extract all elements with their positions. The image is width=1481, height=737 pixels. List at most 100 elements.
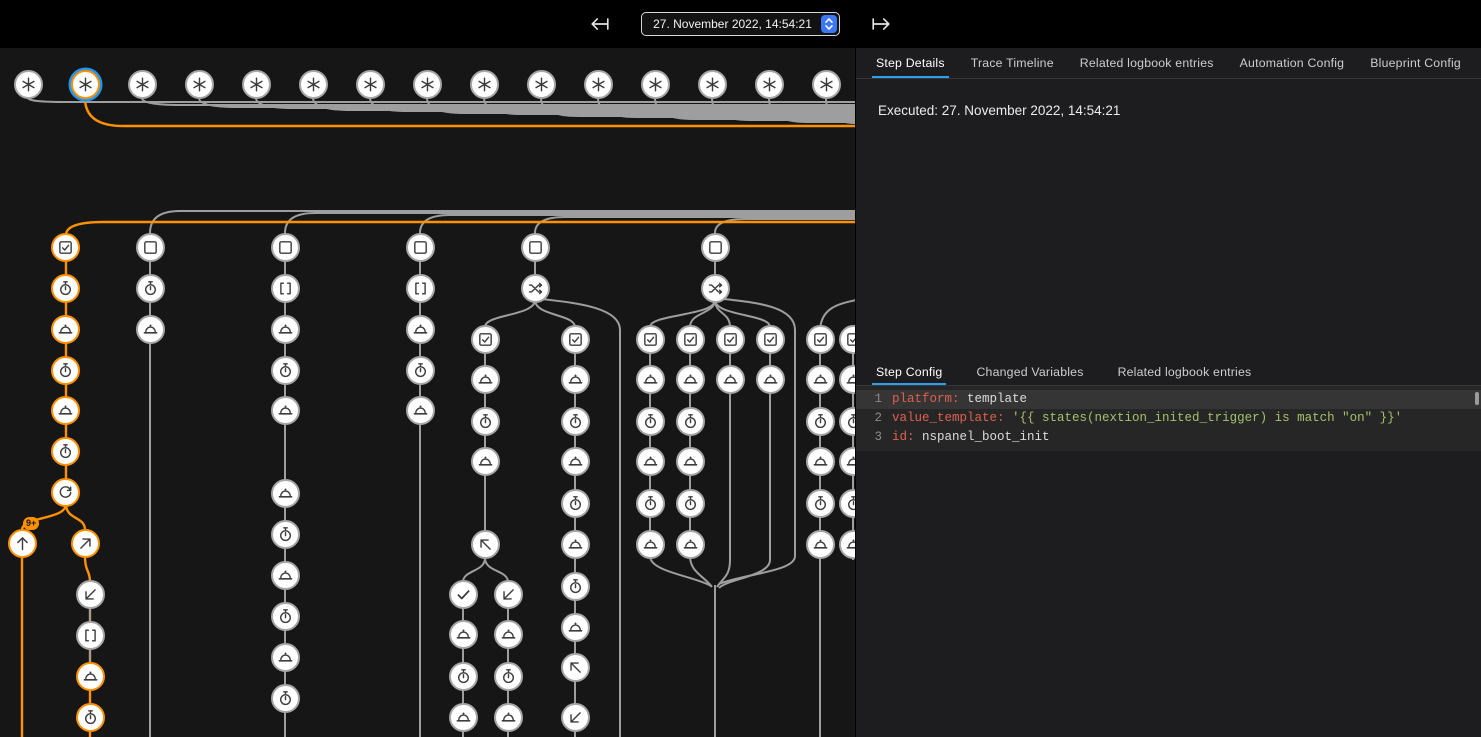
condition-node[interactable]	[756, 325, 785, 354]
service-call-node[interactable]	[271, 315, 300, 344]
service-call-node[interactable]	[806, 365, 835, 394]
condition-node[interactable]	[51, 233, 80, 262]
trigger-node[interactable]	[812, 70, 841, 99]
delay-node[interactable]	[406, 356, 435, 385]
service-call-node[interactable]	[406, 396, 435, 425]
delay-node[interactable]	[494, 662, 523, 691]
service-call-node[interactable]	[716, 365, 745, 394]
condition-node[interactable]	[136, 233, 165, 262]
service-call-node[interactable]	[449, 620, 478, 649]
service-call-node[interactable]	[561, 530, 590, 559]
service-call-node[interactable]	[271, 396, 300, 425]
trigger-node[interactable]	[356, 70, 385, 99]
tab-changed-variables[interactable]: Changed Variables	[964, 359, 1095, 385]
trigger-node[interactable]	[527, 70, 556, 99]
service-call-node[interactable]	[471, 365, 500, 394]
service-call-node[interactable]	[806, 447, 835, 476]
branch-arrow-node[interactable]	[561, 703, 590, 732]
service-call-node[interactable]	[756, 365, 785, 394]
service-call-node[interactable]	[271, 479, 300, 508]
delay-node[interactable]	[76, 703, 105, 732]
service-call-node[interactable]	[676, 530, 705, 559]
branch-arrow-node[interactable]	[8, 529, 37, 558]
tab-blueprint-config[interactable]: Blueprint Config	[1358, 48, 1473, 78]
condition-node[interactable]	[716, 325, 745, 354]
service-call-node[interactable]	[51, 396, 80, 425]
delay-node[interactable]	[51, 274, 80, 303]
condition-node[interactable]	[271, 233, 300, 262]
service-call-node[interactable]	[406, 315, 435, 344]
delay-node[interactable]	[271, 684, 300, 713]
delay-node[interactable]	[271, 520, 300, 549]
service-call-node[interactable]	[561, 613, 590, 642]
previous-trace-button[interactable]	[585, 11, 615, 37]
trigger-node[interactable]	[413, 70, 442, 99]
delay-node[interactable]	[136, 274, 165, 303]
delay-node[interactable]	[51, 356, 80, 385]
condition-node[interactable]	[676, 325, 705, 354]
service-call-node[interactable]	[561, 447, 590, 476]
delay-node[interactable]	[471, 407, 500, 436]
delay-node[interactable]	[51, 437, 80, 466]
choose-node[interactable]	[701, 274, 730, 303]
service-call-node[interactable]	[561, 365, 590, 394]
tab-automation-config[interactable]: Automation Config	[1228, 48, 1357, 78]
trigger-node[interactable]	[71, 70, 100, 99]
condition-pass-node[interactable]	[449, 580, 478, 609]
condition-node[interactable]	[406, 233, 435, 262]
condition-node[interactable]	[471, 325, 500, 354]
trace-date-select[interactable]: 27. November 2022, 14:54:21	[641, 12, 840, 36]
trigger-node[interactable]	[470, 70, 499, 99]
branch-arrow-node[interactable]	[76, 580, 105, 609]
template-node[interactable]	[271, 274, 300, 303]
trigger-node[interactable]	[584, 70, 613, 99]
condition-node[interactable]	[521, 233, 550, 262]
branch-arrow-node[interactable]	[71, 529, 100, 558]
trigger-node[interactable]	[128, 70, 157, 99]
code-scrollbar[interactable]	[1475, 392, 1479, 405]
step-config-code[interactable]: 1platform: template2value_template: '{{ …	[856, 386, 1481, 451]
delay-node[interactable]	[561, 489, 590, 518]
service-call-node[interactable]	[271, 561, 300, 590]
service-call-node[interactable]	[271, 643, 300, 672]
trigger-node[interactable]	[641, 70, 670, 99]
service-call-node[interactable]	[494, 620, 523, 649]
choose-node[interactable]	[521, 274, 550, 303]
delay-node[interactable]	[636, 489, 665, 518]
repeat-node[interactable]	[51, 478, 80, 507]
service-call-node[interactable]	[494, 703, 523, 732]
service-call-node[interactable]	[51, 315, 80, 344]
service-call-node[interactable]	[76, 662, 105, 691]
branch-arrow-node[interactable]	[471, 530, 500, 559]
delay-node[interactable]	[561, 407, 590, 436]
trigger-node[interactable]	[242, 70, 271, 99]
template-node[interactable]	[406, 274, 435, 303]
condition-node[interactable]	[806, 325, 835, 354]
service-call-node[interactable]	[449, 703, 478, 732]
delay-node[interactable]	[271, 356, 300, 385]
trigger-node[interactable]	[185, 70, 214, 99]
delay-node[interactable]	[806, 407, 835, 436]
trigger-node[interactable]	[755, 70, 784, 99]
delay-node[interactable]	[676, 407, 705, 436]
service-call-node[interactable]	[471, 447, 500, 476]
delay-node[interactable]	[806, 489, 835, 518]
condition-node[interactable]	[701, 233, 730, 262]
condition-node[interactable]	[561, 325, 590, 354]
service-call-node[interactable]	[676, 447, 705, 476]
delay-node[interactable]	[636, 407, 665, 436]
tab-trace-timeline[interactable]: Trace Timeline	[959, 48, 1066, 78]
delay-node[interactable]	[676, 489, 705, 518]
branch-arrow-node[interactable]	[561, 653, 590, 682]
tab-related-logbook-entries[interactable]: Related logbook entries	[1068, 48, 1226, 78]
tab-related-logbook-entries[interactable]: Related logbook entries	[1106, 359, 1264, 385]
service-call-node[interactable]	[636, 530, 665, 559]
delay-node[interactable]	[561, 572, 590, 601]
service-call-node[interactable]	[676, 365, 705, 394]
template-node[interactable]	[76, 621, 105, 650]
branch-arrow-node[interactable]	[494, 580, 523, 609]
service-call-node[interactable]	[636, 447, 665, 476]
tab-step-config[interactable]: Step Config	[864, 359, 954, 385]
service-call-node[interactable]	[806, 530, 835, 559]
trigger-node[interactable]	[14, 70, 43, 99]
